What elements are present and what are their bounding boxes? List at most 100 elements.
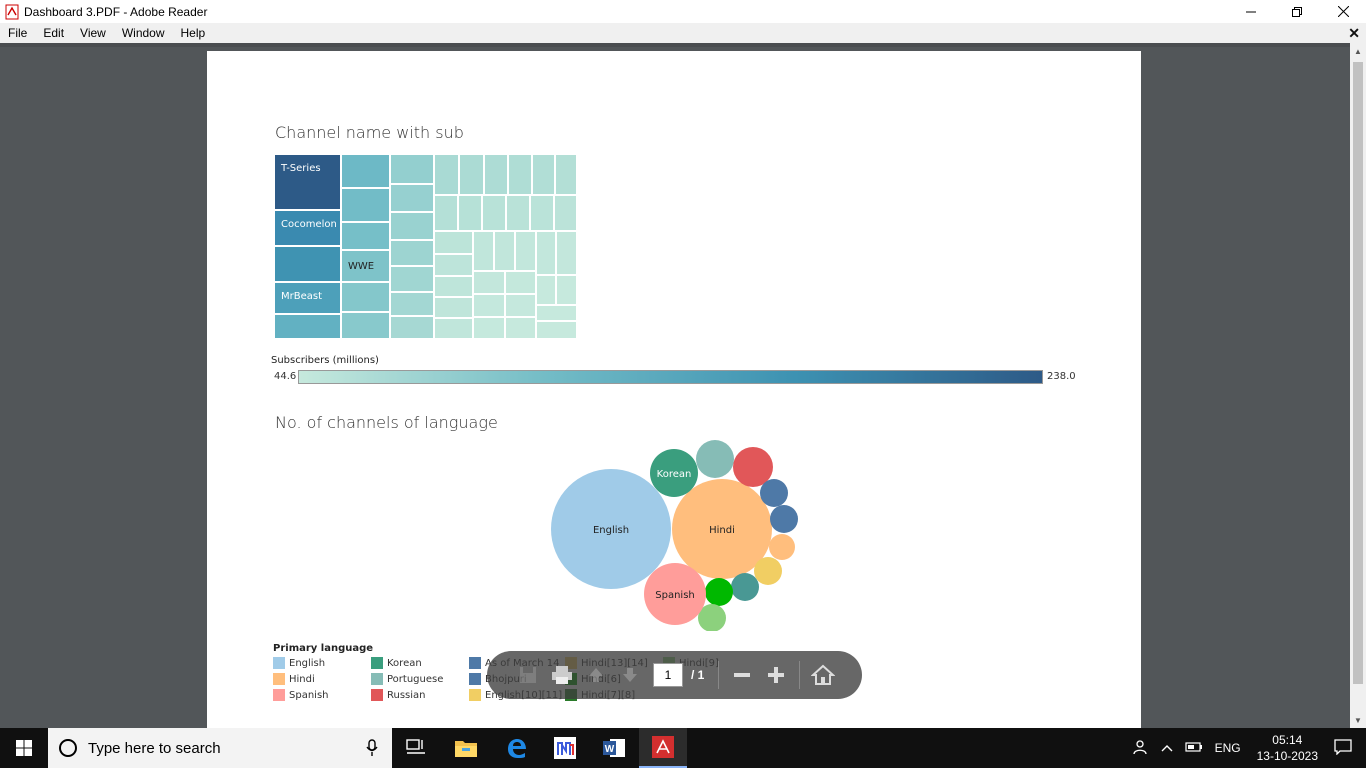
- color-legend-max: 238.0: [1047, 371, 1076, 382]
- treemap-cell: [341, 222, 390, 250]
- bubble-label-hindi: Hindi: [709, 525, 735, 536]
- minimize-icon[interactable]: [1228, 0, 1274, 23]
- color-legend-title: Subscribers (millions): [271, 355, 379, 366]
- language-legend-item: Hindi: [273, 673, 315, 685]
- bubble: [731, 573, 759, 601]
- toolbar-divider: [799, 661, 801, 689]
- legend-swatch: [469, 657, 481, 669]
- home-icon[interactable]: [806, 658, 840, 692]
- scrollbar-thumb[interactable]: [1353, 62, 1363, 684]
- print-icon[interactable]: [545, 658, 579, 692]
- legend-swatch: [273, 673, 285, 685]
- menu-file[interactable]: File: [0, 26, 35, 40]
- treemap: T-Series Cocomelon MrBeast WWE: [274, 154, 577, 339]
- treemap-cell: [505, 294, 536, 317]
- bubble: [760, 479, 788, 507]
- legend-swatch: [371, 689, 383, 701]
- menu-window[interactable]: Window: [114, 26, 173, 40]
- vertical-scrollbar[interactable]: ▲ ▼: [1350, 43, 1366, 728]
- app-icon[interactable]: [541, 728, 589, 768]
- windows-start-icon[interactable]: [0, 728, 48, 768]
- language-legend-item: Portuguese: [371, 673, 443, 685]
- language-legend-title: Primary language: [273, 643, 374, 654]
- legend-swatch: [371, 673, 383, 685]
- treemap-cell: [390, 154, 434, 184]
- menu-bar: File Edit View Window Help ✕: [0, 23, 1366, 43]
- task-view-icon[interactable]: [392, 728, 440, 768]
- treemap-cell: [473, 317, 505, 339]
- floating-toolbar: 1 / 1: [487, 651, 862, 699]
- page-number-input[interactable]: 1: [653, 663, 683, 687]
- treemap-cell: [556, 231, 577, 275]
- bubble-label-spanish: Spanish: [655, 590, 695, 601]
- chevron-up-icon[interactable]: [1161, 741, 1173, 755]
- treemap-cell: [434, 231, 473, 254]
- legend-label: Portuguese: [387, 673, 444, 685]
- treemap-cell: [530, 195, 554, 231]
- color-legend-min: 44.6: [274, 371, 297, 382]
- treemap-cell: [494, 231, 515, 271]
- previous-page-icon[interactable]: [579, 658, 613, 692]
- treemap-cell: [554, 195, 577, 231]
- save-icon[interactable]: [511, 658, 545, 692]
- zoom-out-icon[interactable]: [725, 658, 759, 692]
- treemap-cell: [536, 321, 577, 339]
- menu-view[interactable]: View: [72, 26, 114, 40]
- system-tray: ENG 05:14 13-10-2023: [1127, 728, 1366, 768]
- adobe-reader-taskbar-icon[interactable]: [639, 728, 687, 768]
- word-icon[interactable]: W: [590, 728, 638, 768]
- document-viewer: Channel name with sub T-Series Cocomelon…: [0, 43, 1350, 732]
- page-total: / 1: [691, 668, 705, 682]
- color-legend-gradient: [298, 370, 1043, 384]
- bubble: [754, 557, 782, 585]
- scroll-down-icon[interactable]: ▼: [1350, 712, 1366, 728]
- treemap-cell: [458, 195, 482, 231]
- menu-help[interactable]: Help: [173, 26, 214, 40]
- treemap-cell: [473, 271, 505, 294]
- treemap-cell: [506, 195, 530, 231]
- clock-time: 05:14: [1272, 733, 1303, 747]
- legend-label: Korean: [387, 657, 422, 669]
- people-icon[interactable]: [1132, 739, 1149, 758]
- edge-browser-icon[interactable]: [492, 728, 540, 768]
- treemap-cell: [536, 305, 577, 321]
- treemap-label: WWE: [348, 261, 375, 272]
- scroll-up-icon[interactable]: ▲: [1350, 43, 1366, 59]
- treemap-cell: [390, 184, 434, 212]
- treemap-cell: [508, 154, 532, 195]
- treemap-label: T-Series: [281, 163, 321, 174]
- language-indicator[interactable]: ENG: [1215, 741, 1241, 755]
- legend-swatch: [273, 657, 285, 669]
- close-icon[interactable]: [1320, 0, 1366, 23]
- title-bar: Dashboard 3.PDF - Adobe Reader: [0, 0, 1366, 23]
- treemap-cell: [434, 254, 473, 276]
- clock-date: 13-10-2023: [1256, 749, 1318, 763]
- treemap-cell: [556, 275, 577, 305]
- zoom-in-icon[interactable]: [759, 658, 793, 692]
- language-legend-item: Russian: [371, 689, 426, 701]
- taskbar-search-box[interactable]: Type here to search: [48, 728, 392, 768]
- legend-swatch: [469, 689, 481, 701]
- legend-swatch: [469, 673, 481, 685]
- microphone-icon[interactable]: [366, 739, 378, 760]
- treemap-cell: [459, 154, 484, 195]
- treemap-cell: [341, 282, 390, 312]
- legend-swatch: [273, 689, 285, 701]
- treemap-cell: [274, 314, 341, 339]
- close-document-icon[interactable]: ✕: [1348, 25, 1360, 42]
- toolbar-divider: [718, 661, 720, 689]
- treemap-cell: [274, 246, 341, 282]
- restore-icon[interactable]: [1274, 0, 1320, 23]
- clock[interactable]: 05:14 13-10-2023: [1257, 732, 1318, 764]
- svg-text:W: W: [605, 744, 615, 755]
- next-page-icon[interactable]: [613, 658, 647, 692]
- language-legend-item: Spanish: [273, 689, 329, 701]
- battery-icon[interactable]: [1184, 741, 1203, 756]
- treemap-cell: [434, 154, 459, 195]
- notifications-icon[interactable]: [1334, 738, 1352, 758]
- treemap-cell: [473, 231, 494, 271]
- menu-edit[interactable]: Edit: [35, 26, 72, 40]
- treemap-cell: [390, 240, 434, 266]
- file-explorer-icon[interactable]: [442, 728, 490, 768]
- treemap-cell-mrbeast: MrBeast: [274, 282, 341, 314]
